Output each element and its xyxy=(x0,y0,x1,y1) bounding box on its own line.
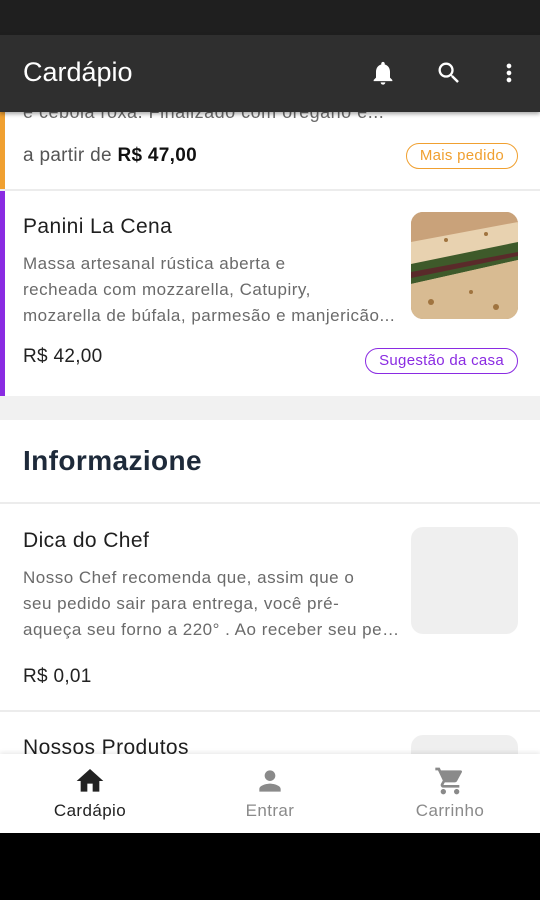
search-icon[interactable] xyxy=(431,55,467,91)
item-title: Dica do Chef xyxy=(23,529,150,552)
image-placeholder xyxy=(411,735,518,754)
item-description: Massa artesanal rústica aberta e rechead… xyxy=(23,251,403,329)
accent-bar xyxy=(0,112,5,189)
page-title: Cardápio xyxy=(23,57,133,87)
item-description: e cebola roxa. Finalizado com orégano e.… xyxy=(23,112,385,122)
item-price-row: a partir de R$ 47,00 xyxy=(23,145,197,167)
nav-label: Carrinho xyxy=(415,801,485,820)
item-price: R$ 47,00 xyxy=(117,145,197,166)
menu-list[interactable]: e cebola roxa. Finalizado com orégano e.… xyxy=(0,112,540,754)
item-price: R$ 42,00 xyxy=(23,346,103,367)
item-title: Nossos Produtos xyxy=(23,736,189,754)
nav-item-carrinho[interactable]: Carrinho xyxy=(360,754,540,833)
more-vert-icon[interactable] xyxy=(491,55,527,91)
system-nav-area xyxy=(0,833,540,900)
section-title: Informazione xyxy=(23,445,203,476)
item-description-line: mozarella de búfala, parmesão e manjeric… xyxy=(23,306,396,325)
item-description-line: aqueça seu forno a 220° . Ao receber seu… xyxy=(23,620,403,639)
panini-photo[interactable] xyxy=(411,212,518,319)
menu-item-card[interactable]: Panini La Cena Massa artesanal rústica a… xyxy=(0,191,540,396)
image-placeholder xyxy=(411,527,518,634)
status-bar xyxy=(0,0,540,35)
nav-label: Cardápio xyxy=(53,801,127,820)
item-description-line: recheada com mozzarella, Catupiry, xyxy=(23,280,311,299)
nav-item-entrar[interactable]: Entrar xyxy=(180,754,360,833)
item-description-line: Massa artesanal rústica aberta e xyxy=(23,254,286,273)
badge-most-ordered: Mais pedido xyxy=(405,143,518,169)
item-description: Nosso Chef recomenda que, assim que o se… xyxy=(23,565,403,643)
item-price: R$ 0,01 xyxy=(23,666,92,687)
nav-item-cardapio[interactable]: Cardápio xyxy=(0,754,180,833)
price-prefix: a partir de xyxy=(23,145,112,166)
section-header: Informazione xyxy=(0,420,540,502)
item-description-line: Nosso Chef recomenda que, assim que o xyxy=(23,568,355,587)
menu-item-card[interactable]: Dica do Chef Nosso Chef recomenda que, a… xyxy=(0,504,540,710)
menu-item-card[interactable]: Nossos Produtos xyxy=(0,712,540,754)
cart-icon xyxy=(435,767,463,795)
person-icon xyxy=(259,770,281,792)
badge-house-suggestion: Sugestão da casa xyxy=(365,348,518,374)
item-title: Panini La Cena xyxy=(23,215,173,238)
nav-label: Entrar xyxy=(245,801,295,820)
item-description-line: seu pedido sair para entrega, você pré- xyxy=(23,594,340,613)
home-icon xyxy=(76,769,104,792)
bottom-navigation: Cardápio Entrar Carrinho xyxy=(0,754,540,833)
bell-icon[interactable] xyxy=(365,55,401,91)
menu-item-card[interactable]: e cebola roxa. Finalizado com orégano e.… xyxy=(0,112,540,189)
accent-bar xyxy=(0,191,5,396)
app-bar: Cardápio xyxy=(0,35,540,112)
